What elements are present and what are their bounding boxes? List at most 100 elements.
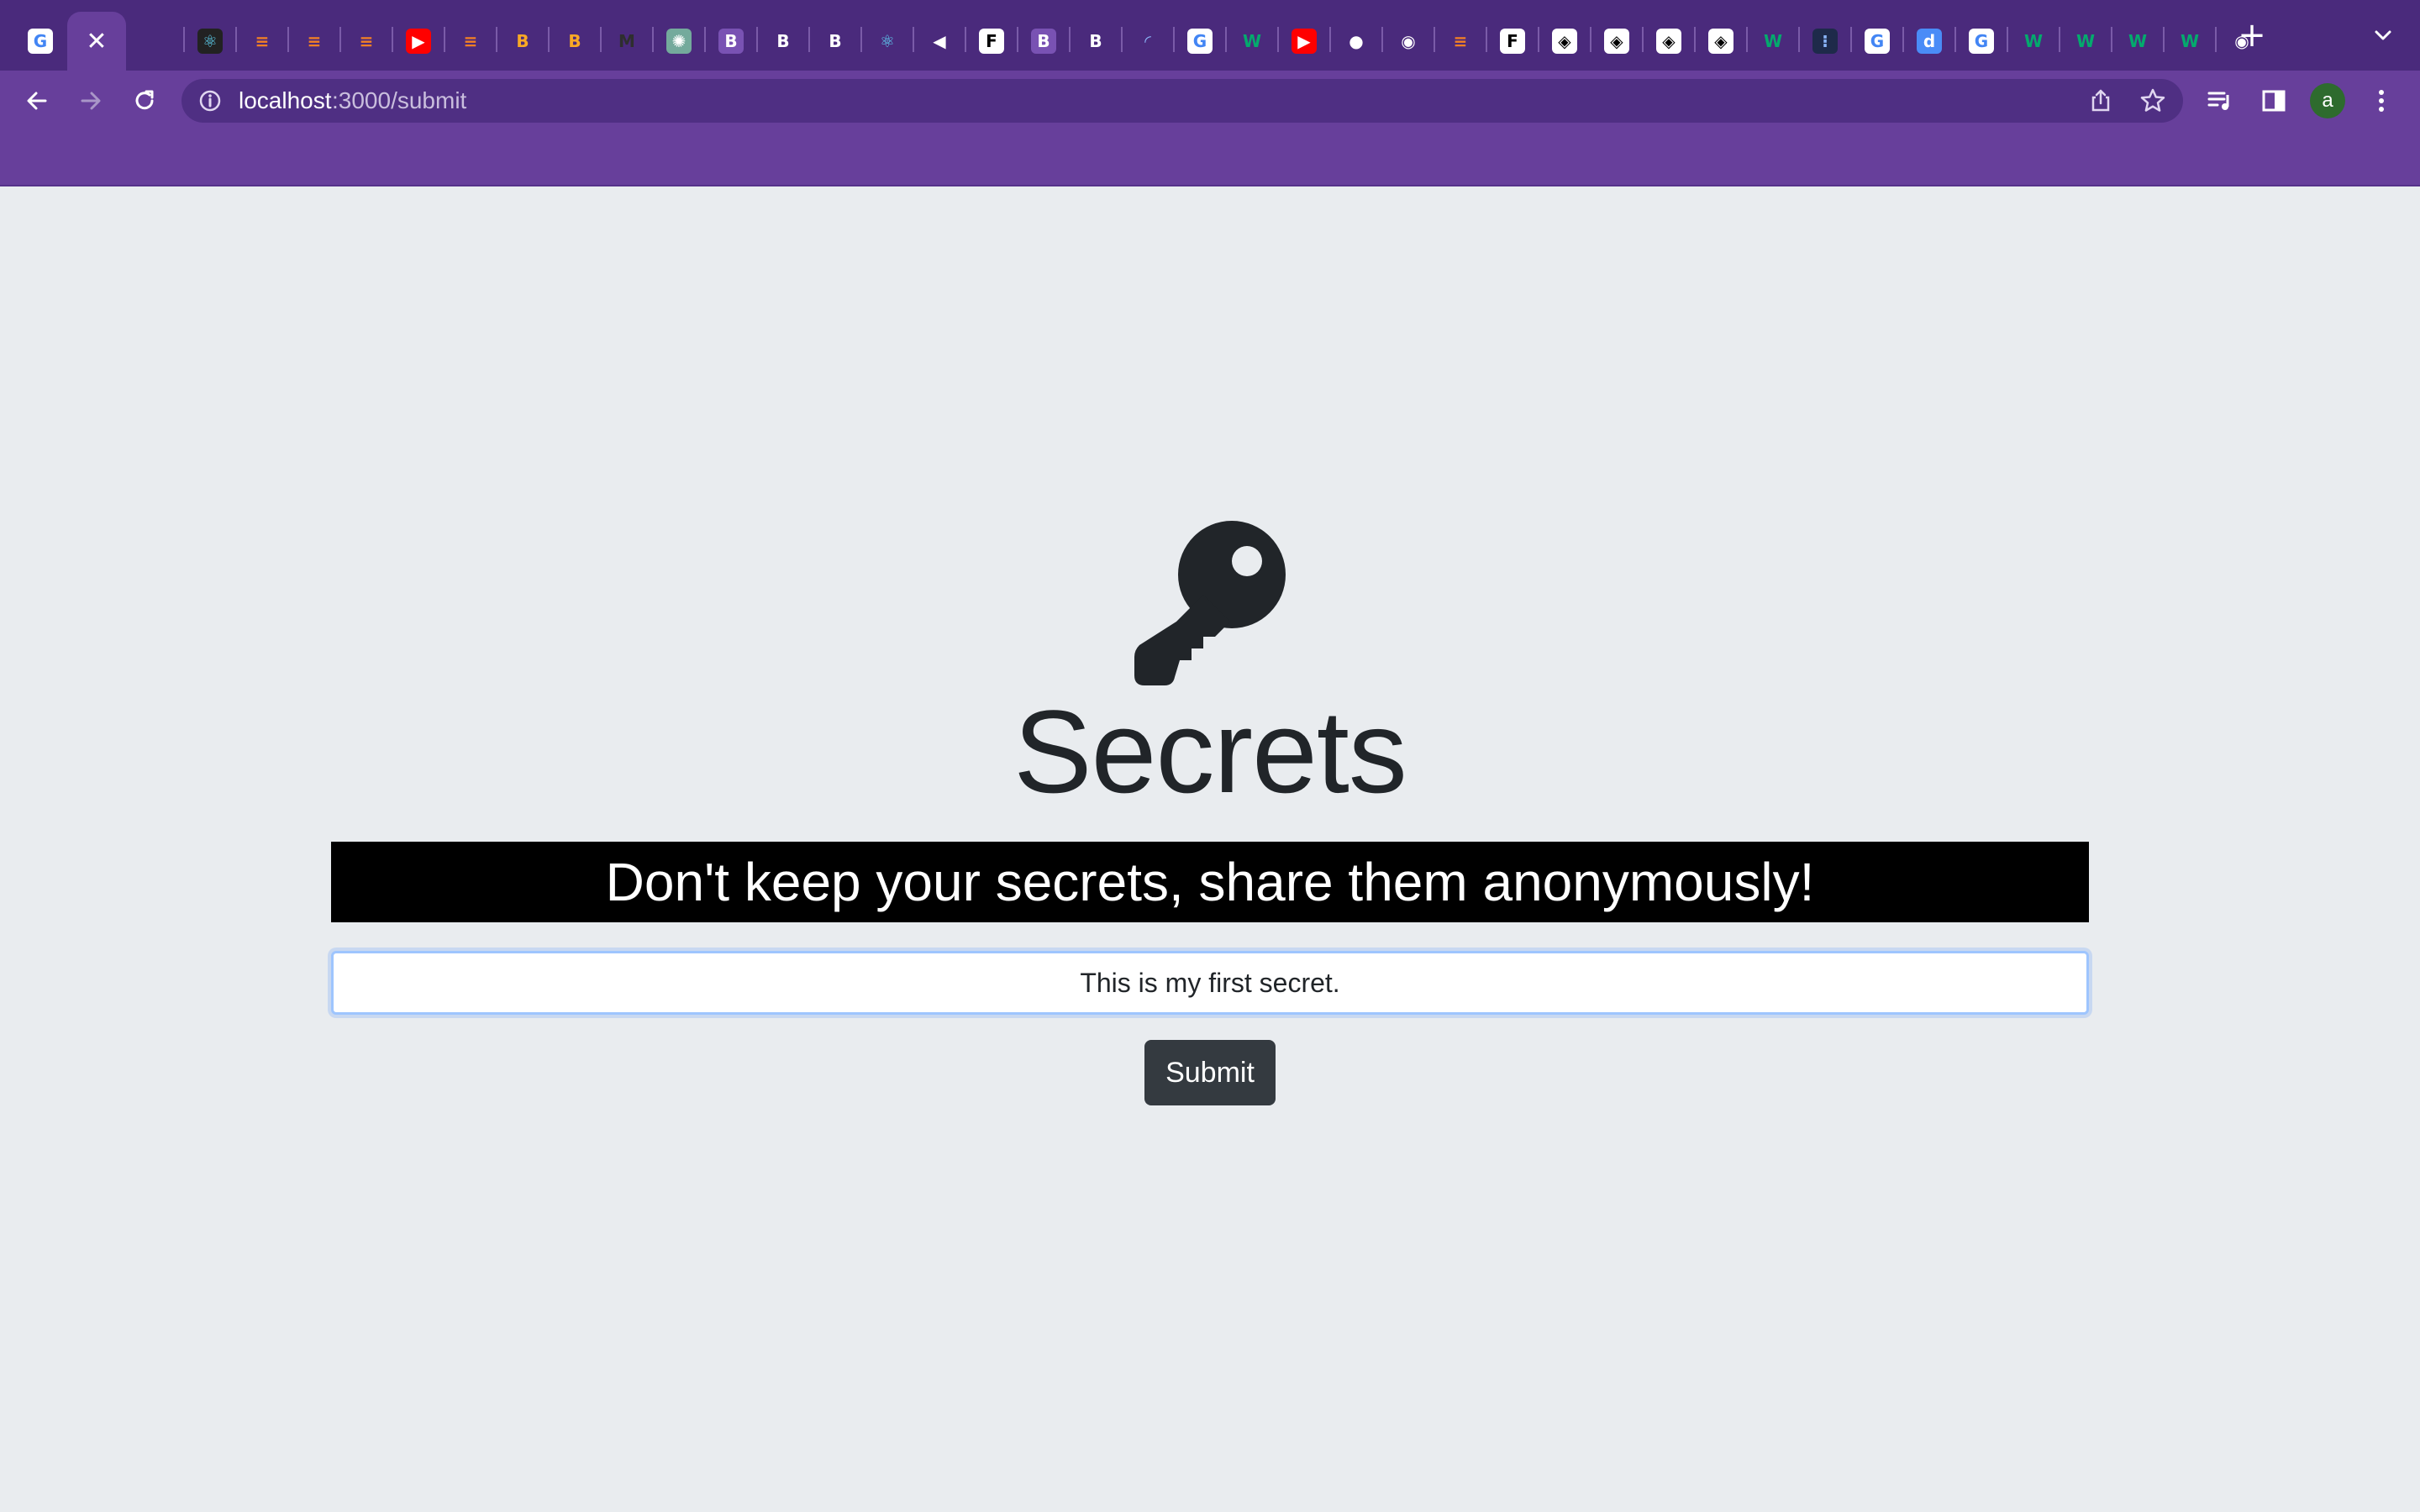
tab[interactable]: W: [1227, 12, 1277, 71]
browser-menu-button[interactable]: [2363, 82, 2400, 119]
tab[interactable]: ◈: [1539, 12, 1590, 71]
address-bar[interactable]: localhost :3000/submit: [182, 79, 2183, 123]
tab-separator: [287, 27, 289, 52]
tab[interactable]: ●: [1331, 12, 1381, 71]
tab-separator: [496, 27, 497, 52]
page-title: Secrets: [1013, 685, 1407, 817]
tab[interactable]: W: [2112, 12, 2163, 71]
react-icon: ⚛: [880, 31, 895, 51]
globe-icon: ●: [1349, 31, 1364, 51]
tab[interactable]: ◈: [1696, 12, 1746, 71]
tab[interactable]: ⚛: [862, 12, 913, 71]
bootstrap-icon: B: [776, 31, 790, 51]
tab-separator: [1746, 27, 1748, 52]
tab[interactable]: ◈: [1644, 12, 1694, 71]
tab[interactable]: ≡: [237, 12, 287, 71]
tab[interactable]: ▶: [393, 12, 444, 71]
tab[interactable]: ◀: [914, 12, 965, 71]
stackoverflow-icon: ≡: [463, 31, 478, 51]
tab[interactable]: B: [758, 12, 808, 71]
app-icon: B: [516, 31, 529, 51]
site-header-strip: [0, 131, 2420, 186]
tab[interactable]: B: [1018, 12, 1069, 71]
tab-separator: [1850, 27, 1852, 52]
share-icon[interactable]: [2086, 86, 2116, 116]
bootstrap-icon: B: [1089, 31, 1102, 51]
tab-separator: [1642, 27, 1644, 52]
tab-active[interactable]: ✕: [67, 12, 126, 71]
tab-separator: [1277, 27, 1279, 52]
tab-separator: [808, 27, 810, 52]
tab-separator: [1486, 27, 1487, 52]
reload-button[interactable]: [126, 82, 163, 119]
tab-separator: [1173, 27, 1175, 52]
submit-button[interactable]: Submit: [1144, 1040, 1276, 1105]
tab-separator: [1329, 27, 1331, 52]
w3schools-icon: W: [2023, 31, 2044, 51]
tab[interactable]: ≡: [445, 12, 496, 71]
tab[interactable]: G: [1175, 12, 1225, 71]
tab-separator: [704, 27, 706, 52]
tab[interactable]: W: [2165, 12, 2215, 71]
react-icon: ⚛: [197, 29, 223, 54]
new-tab-button[interactable]: +: [2235, 18, 2269, 52]
tab[interactable]: ✺: [654, 12, 704, 71]
back-button[interactable]: [18, 82, 55, 119]
tab-strip: G ✕ ⚛ ≡ ≡ ≡ ▶ ≡ B B M ✺ B B B ⚛ ◀ F B B ◜ G W ▶ ● ◉ ≡ F ◈ ◈ ◈ ◈ W ⁝ Gd G W W W…: [0, 0, 2420, 71]
app-icon: ⁝: [1812, 29, 1838, 54]
close-icon[interactable]: ✕: [86, 27, 107, 56]
tab[interactable]: W: [1748, 12, 1798, 71]
tab[interactable]: F: [966, 12, 1017, 71]
tab[interactable]: ≡: [341, 12, 392, 71]
tab[interactable]: G: [15, 12, 66, 71]
forward-button[interactable]: [72, 82, 109, 119]
d-icon: d: [1917, 29, 1942, 54]
key-icon: [1134, 521, 1286, 685]
tab-separator: [2007, 27, 2008, 52]
tab[interactable]: G: [1852, 12, 1902, 71]
audio-icon: ◀: [933, 31, 946, 51]
frontend-mentor-icon: F: [1500, 29, 1525, 54]
tab-search-chevron-icon[interactable]: [2368, 20, 2398, 50]
frontend-mentor-icon: F: [979, 29, 1004, 54]
tab[interactable]: ≡: [289, 12, 339, 71]
codepen-icon: ◈: [1708, 29, 1733, 54]
tab-separator: [339, 27, 341, 52]
bookmark-star-icon[interactable]: [2138, 86, 2168, 116]
tab[interactable]: G: [1956, 12, 2007, 71]
loading-icon: ◜: [1144, 31, 1151, 51]
tab[interactable]: B: [1071, 12, 1121, 71]
tab[interactable]: ⁝: [1800, 12, 1850, 71]
tab[interactable]: ◜: [1123, 12, 1173, 71]
tab[interactable]: d: [1904, 12, 1954, 71]
reading-list-button[interactable]: [2202, 82, 2238, 119]
codepen-icon: ◈: [1604, 29, 1629, 54]
tab-separator: [1121, 27, 1123, 52]
w3schools-icon: W: [2180, 31, 2200, 51]
tab[interactable]: ≡: [1435, 12, 1486, 71]
tab[interactable]: W: [2008, 12, 2059, 71]
profile-button[interactable]: a: [2309, 82, 2346, 119]
tab[interactable]: B: [497, 12, 548, 71]
side-panel-icon: [2262, 90, 2286, 112]
secret-input[interactable]: [331, 951, 2089, 1015]
tab-separator: [2059, 27, 2060, 52]
url-path: :3000/submit: [332, 87, 467, 113]
tab[interactable]: B: [810, 12, 860, 71]
tab[interactable]: W: [2060, 12, 2111, 71]
forward-arrow-icon: [81, 92, 101, 110]
app-icon: B: [568, 31, 581, 51]
tab[interactable]: B: [706, 12, 756, 71]
tab[interactable]: ▶: [1279, 12, 1329, 71]
tab[interactable]: B: [550, 12, 600, 71]
info-icon[interactable]: [197, 87, 224, 114]
tab[interactable]: ⚛: [185, 12, 235, 71]
tab-separator: [860, 27, 862, 52]
tab[interactable]: ◉: [1383, 12, 1434, 71]
tab[interactable]: F: [1487, 12, 1538, 71]
tab[interactable]: M: [602, 12, 652, 71]
tab[interactable]: ◈: [1591, 12, 1642, 71]
url-host: localhost: [239, 87, 332, 113]
tagline-banner: Don't keep your secrets, share them anon…: [331, 842, 2089, 922]
side-panel-button[interactable]: [2255, 82, 2292, 119]
